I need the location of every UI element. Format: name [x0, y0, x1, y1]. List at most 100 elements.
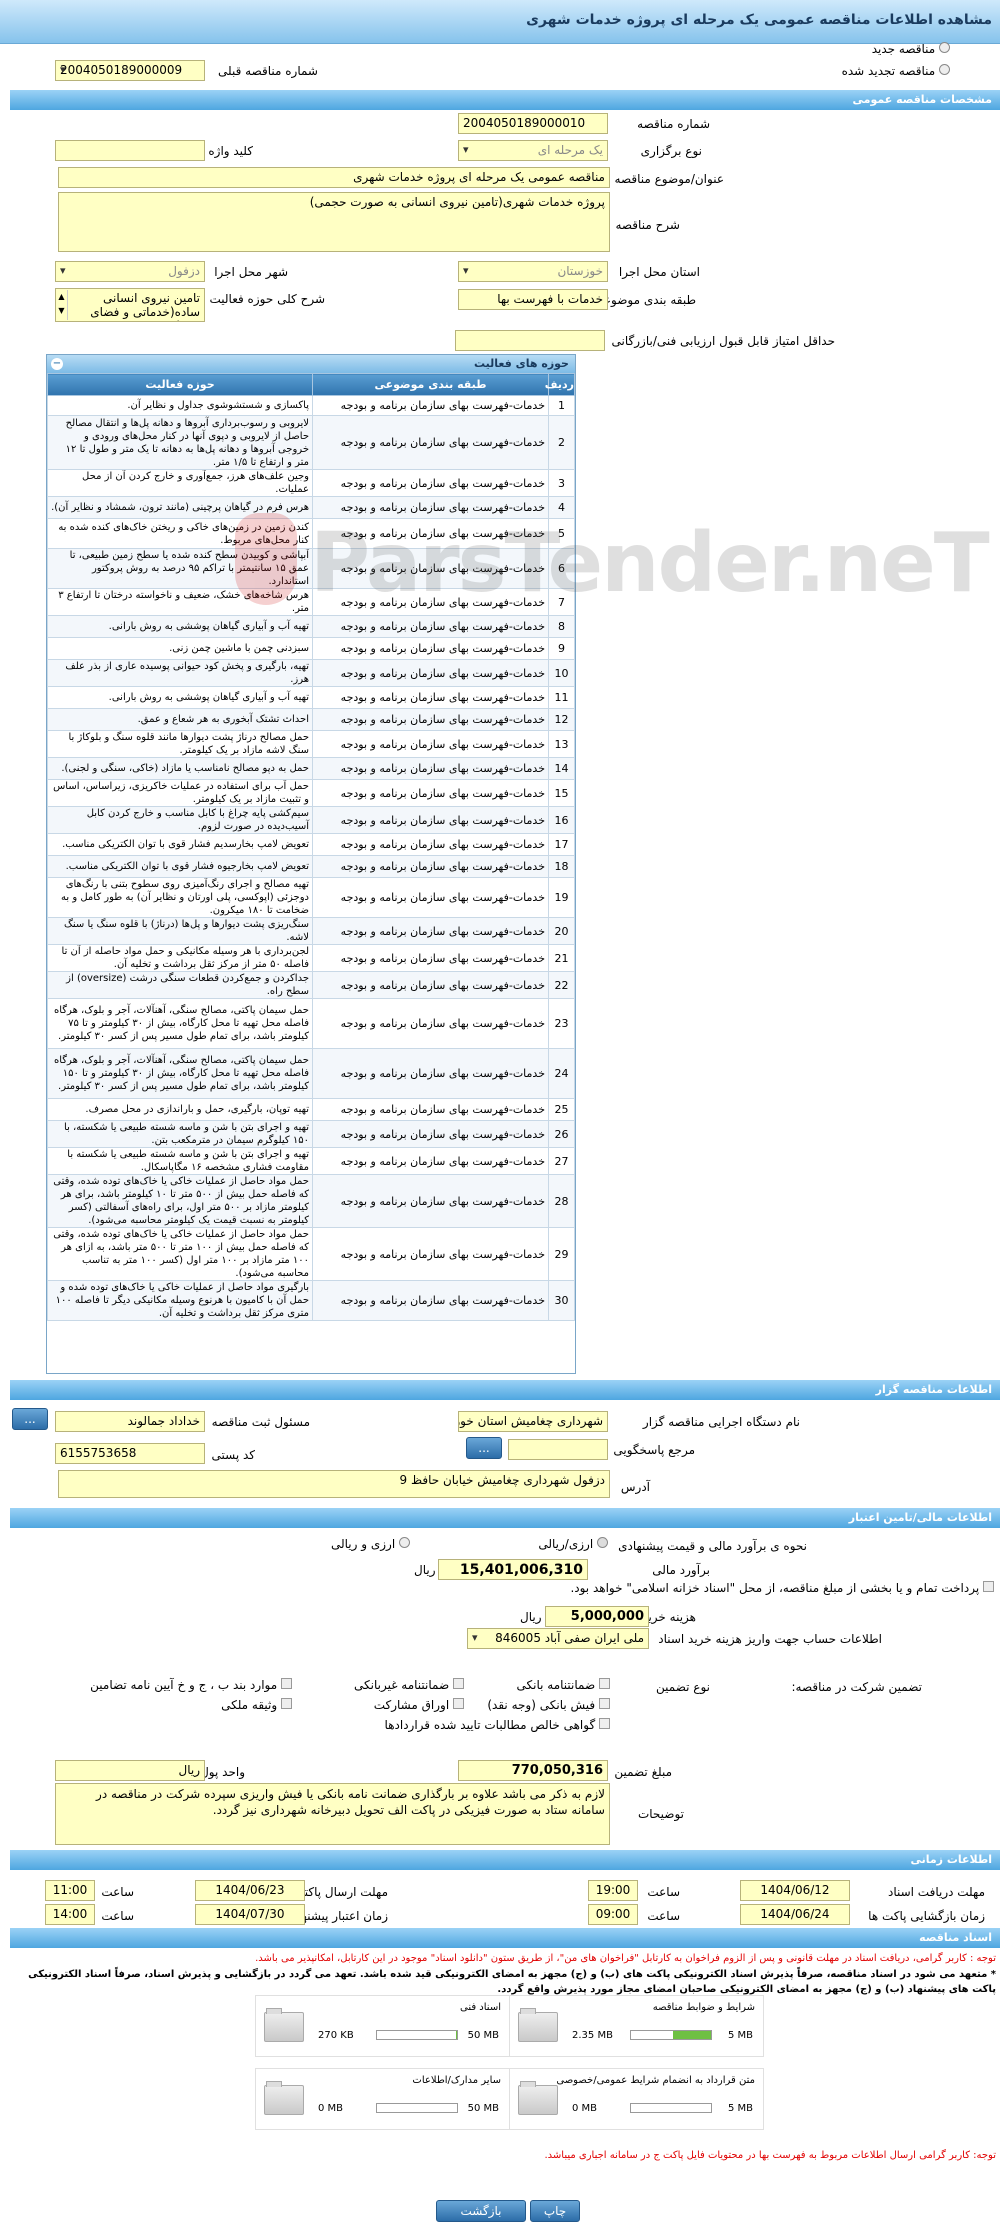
- postal-label: کد پستی: [211, 1448, 256, 1462]
- ref-field[interactable]: [508, 1439, 608, 1460]
- docs-note-1: توجه : کاربر گرامی، دریافت اسناد در مهلت…: [255, 1953, 996, 1964]
- row-number: 19: [548, 877, 575, 918]
- g-nonbank-checkbox[interactable]: [453, 1678, 464, 1689]
- row-area: سنگ‌ریزی پشت دیوارها و پل‌ها (درناژ) با …: [47, 917, 313, 945]
- org-field[interactable]: شهرداری چغامیش استان خوزستان: [458, 1411, 608, 1432]
- payment-note[interactable]: پرداخت تمام و یا بخشی از مبلغ مناقصه، از…: [570, 1581, 994, 1595]
- receive-date[interactable]: 1404/06/12: [740, 1880, 850, 1901]
- row-number: 21: [548, 944, 575, 972]
- row-number: 2: [548, 415, 575, 470]
- g-bank-checkbox[interactable]: [599, 1678, 610, 1689]
- amount-field[interactable]: 770,050,316: [458, 1760, 608, 1781]
- radio-rial-icon[interactable]: [597, 1537, 608, 1548]
- row-category: خدمات-فهرست بهای سازمان برنامه و بودجه: [312, 415, 549, 470]
- g-bonds[interactable]: اوراق مشارکت: [374, 1698, 464, 1712]
- file-size: 0 MB: [318, 2103, 344, 2114]
- open-time[interactable]: 09:00: [588, 1904, 638, 1925]
- scope-list[interactable]: تامین نیروی انسانی ساده(خدماتی و فضای سب…: [55, 288, 205, 322]
- section-general: مشخصات مناقصه عمومی: [10, 90, 1000, 110]
- table-row: 14 خدمات-فهرست بهای سازمان برنامه و بودجه…: [47, 757, 575, 780]
- addr-field[interactable]: دزفول شهرداری چغامیش خیابان حافظ 9: [58, 1470, 610, 1498]
- table-row: 28 خدمات-فهرست بهای سازمان برنامه و بودجه…: [47, 1174, 575, 1228]
- table-row: 25 خدمات-فهرست بهای سازمان برنامه و بودجه…: [47, 1098, 575, 1121]
- file-item[interactable]: سایر مدارک/اطلاعات 50 MB 0 MB: [255, 2068, 510, 2130]
- table-row: 12 خدمات-فهرست بهای سازمان برنامه و بودجه…: [47, 708, 575, 731]
- radio-renew-icon[interactable]: [939, 64, 950, 75]
- doc-fee-field[interactable]: 5,000,000: [545, 1606, 649, 1627]
- ref-lookup-button[interactable]: ...: [466, 1437, 502, 1459]
- payment-checkbox[interactable]: [983, 1581, 994, 1592]
- row-number: 7: [548, 588, 575, 616]
- type-select[interactable]: یک مرحله ای: [458, 140, 608, 161]
- keyword-field[interactable]: [55, 140, 205, 161]
- radio-rial[interactable]: ارزی/ریالی: [538, 1537, 608, 1551]
- row-area: حمل مواد حاصل از عملیات خاکی یا خاک‌های …: [47, 1174, 313, 1228]
- tender-no-label: شماره مناقصه: [637, 117, 710, 131]
- province-select[interactable]: خوزستان: [458, 261, 608, 282]
- prev-tender-label: شماره مناقصه قبلی: [218, 64, 318, 78]
- row-area: حمل سیمان پاکتی، مصالح سنگی، آهنآلات، آج…: [47, 1048, 313, 1099]
- row-number: 6: [548, 548, 575, 589]
- print-button[interactable]: چاپ: [530, 2200, 580, 2222]
- resp-field[interactable]: خداداد جمالوند: [55, 1411, 205, 1432]
- city-select[interactable]: دزفول: [55, 261, 205, 282]
- g-clauses-checkbox[interactable]: [281, 1678, 292, 1689]
- collapse-icon[interactable]: −: [51, 358, 63, 370]
- row-number: 3: [548, 469, 575, 497]
- docs-note-2: * متعهد می شود در اسناد مناقصه، صرفاً پذ…: [28, 1969, 996, 1995]
- file-item[interactable]: شرایط و ضوابط مناقصه 5 MB 2.35 MB: [509, 1995, 764, 2057]
- radio-new-icon[interactable]: [939, 42, 950, 53]
- valid-time-label: ساعت: [101, 1909, 134, 1923]
- radio-new[interactable]: مناقصه جدید: [872, 42, 950, 56]
- radio-both-icon[interactable]: [399, 1537, 410, 1548]
- activity-panel-title: حوزه های فعالیت: [474, 357, 569, 370]
- send-time[interactable]: 11:00: [45, 1880, 95, 1901]
- radio-renew[interactable]: مناقصه تجدید شده: [842, 64, 950, 78]
- docs-note-3: توجه: کاربر گرامی ارسال اطلاعات مربوط به…: [544, 2150, 996, 2161]
- receive-time[interactable]: 19:00: [588, 1880, 638, 1901]
- scope-scrollbar[interactable]: ▲ ▼: [56, 290, 68, 320]
- valid-time[interactable]: 14:00: [45, 1904, 95, 1925]
- g-check[interactable]: فیش بانکی (وجه نقد): [487, 1698, 610, 1712]
- row-number: 9: [548, 637, 575, 660]
- guarantee-label: تضمین شرکت در مناقصه:: [791, 1680, 922, 1694]
- category-field[interactable]: خدمات با فهرست بها: [458, 289, 608, 310]
- back-button[interactable]: بازگشت: [436, 2200, 526, 2222]
- file-item[interactable]: اسناد فنی 50 MB 270 KB: [255, 1995, 510, 2057]
- g-clauses[interactable]: موارد بند ب ، ج و خ آیین نامه تضامین: [90, 1678, 292, 1692]
- g-nonbank[interactable]: ضمانتنامه غیربانکی: [354, 1678, 464, 1692]
- province-label: استان محل اجرا: [618, 265, 700, 279]
- valid-date[interactable]: 1404/07/30: [195, 1904, 305, 1925]
- g-check-checkbox[interactable]: [599, 1698, 610, 1709]
- min-score-field[interactable]: [455, 330, 605, 351]
- row-area: آبپاشی و کوبیدن سطح کنده شده یا سطح زمین…: [47, 548, 313, 589]
- g-property-checkbox[interactable]: [281, 1698, 292, 1709]
- account-select[interactable]: ملی ایران صفی آباد 846005: [467, 1628, 649, 1649]
- g-claims-checkbox[interactable]: [599, 1718, 610, 1729]
- tender-no-field[interactable]: 2004050189000010: [458, 113, 608, 134]
- row-area: بارگیری مواد حاصل از عملیات خاکی یا خاک‌…: [47, 1280, 313, 1321]
- prev-tender-select[interactable]: 2004050189000009: [55, 60, 205, 81]
- g-claims[interactable]: گواهی خالص مطالبات تایید شده قراردادها: [385, 1718, 610, 1732]
- unit-field[interactable]: ریال: [55, 1760, 205, 1781]
- radio-both[interactable]: ارزی و ریالی: [331, 1537, 410, 1551]
- row-area: سیم‌کشی پایه چراغ با کابل مناسب و خارج ک…: [47, 806, 313, 834]
- file-item[interactable]: متن قرارداد به انضمام شرایط عمومی/خصوصی 5…: [509, 2068, 764, 2130]
- estimate-field[interactable]: 15,401,006,310: [438, 1559, 588, 1580]
- desc-field[interactable]: پروژه خدمات شهری(تامین نیروی انسانی به ص…: [58, 192, 610, 252]
- row-number: 13: [548, 730, 575, 758]
- postal-field[interactable]: 6155753658: [55, 1443, 205, 1464]
- subject-field[interactable]: مناقصه عمومی یک مرحله ای پروژه خدمات شهر…: [58, 167, 610, 188]
- resp-lookup-button[interactable]: ...: [12, 1408, 48, 1430]
- row-area: تهیه آب و آبیاری گیاهان پوششی به روش بار…: [47, 686, 313, 709]
- receive-label: مهلت دریافت اسناد: [887, 1885, 985, 1899]
- send-date[interactable]: 1404/06/23: [195, 1880, 305, 1901]
- notes-field[interactable]: لازم به ذکر می باشد علاوه بر بارگذاری ضم…: [55, 1783, 610, 1845]
- open-date[interactable]: 1404/06/24: [740, 1904, 850, 1925]
- g-property[interactable]: وثیقه ملکی: [221, 1698, 292, 1712]
- g-bank[interactable]: ضمانتنامه بانکی: [517, 1678, 610, 1692]
- table-row: 30 خدمات-فهرست بهای سازمان برنامه و بودجه…: [47, 1280, 575, 1321]
- g-bonds-checkbox[interactable]: [453, 1698, 464, 1709]
- table-row: 15 خدمات-فهرست بهای سازمان برنامه و بودجه…: [47, 779, 575, 807]
- row-category: خدمات-فهرست بهای سازمان برنامه و بودجه: [312, 395, 549, 416]
